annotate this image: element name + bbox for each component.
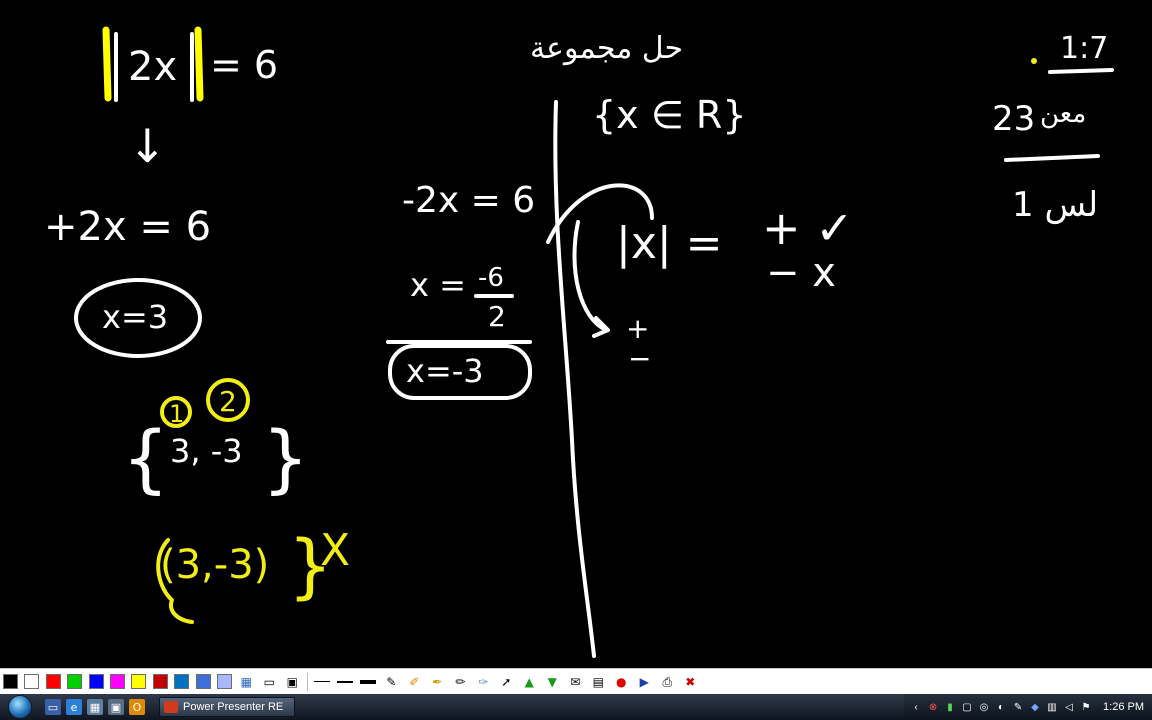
arrow-down-icon[interactable]: ▼ [544,674,560,690]
case-positive: +2x = 6 [44,204,211,250]
tray-app-icon[interactable]: ◎ [978,701,990,713]
tray-update-icon[interactable]: ◆ [1029,701,1041,713]
arrow-up-icon[interactable]: ▲ [521,674,537,690]
start-button[interactable] [0,694,40,720]
fraction-numerator: -6 [478,263,504,293]
handwriting-layer: 2x = 6 ↓ +2x = 6 x=3 1 2 { 3, -3 } (3,-3… [44,26,1114,658]
tray-network-icon[interactable]: ▢ [961,701,973,713]
mark-two: 2 [219,385,237,418]
windows-taskbar: ▭ e ▦ ▣ O Power Presenter RE ‹ ⊗ ▮ ▢ ◎ ◐… [0,694,1152,720]
pen-icon[interactable]: ✎ [383,674,399,690]
tray-flag-icon[interactable]: ⚑ [1080,701,1092,713]
whiteboard-canvas[interactable]: 2x = 6 ↓ +2x = 6 x=3 1 2 { 3, -3 } (3,-3… [0,0,1152,668]
tray-battery-icon[interactable]: ▮ [944,701,956,713]
color-swatch-dark-blue[interactable] [174,674,190,689]
pointer-icon[interactable]: ➚ [498,674,514,690]
exit-icon[interactable]: ✖ [682,674,698,690]
media-player-icon[interactable]: ▣ [108,699,124,715]
right-arabic-top: معن [1040,99,1086,129]
yellow-dot [1031,58,1037,64]
color-swatch-green[interactable] [67,674,83,689]
thick-line-icon[interactable] [360,679,377,684]
color-swatch-white[interactable] [24,674,40,689]
show-desktop-icon[interactable]: ▭ [45,699,61,715]
toolbar-separator [307,672,309,691]
thin-line-icon[interactable] [314,681,331,682]
curve-arrow-down [572,220,610,338]
taskbar-item-label: Power Presenter RE [183,701,284,713]
color-swatch-blue[interactable] [88,674,104,689]
plus-small: + [626,312,649,345]
save-icon[interactable]: ▤ [590,674,606,690]
page-number-underline [1048,68,1114,74]
presenter-app-icon [164,701,178,713]
fraction-lhs: x = [410,266,466,304]
eq-2x: 2x [128,44,177,90]
screen-icon[interactable]: ▭ [261,674,277,690]
plus-check: + ✓ [762,201,854,255]
solution-negative: x=-3 [406,352,484,390]
marker-icon[interactable]: ✒ [429,674,445,690]
set-brace-close: } [262,416,309,502]
record-icon[interactable]: ● [613,674,629,690]
pen-toolbar: ▦ ▭ ▣ ✎ ✐ ✒ ✏ ✑ ➚ ▲ ▼ ✉ ▤ ● ▶ ⎙ ✖ [0,668,1152,694]
cross-mark: X [320,525,350,576]
minus-x: − x [766,250,836,296]
color-swatch-black[interactable] [3,674,18,689]
solution-positive: x=3 [102,298,168,336]
right-number: 23 [992,99,1035,139]
tray-antivirus-icon[interactable]: ◐ [995,701,1007,713]
domain-set: {x ∈ R} [592,93,747,137]
clock[interactable]: 1:26 PM [1103,701,1144,713]
tray-tool-icon[interactable]: ✎ [1012,701,1024,713]
system-tray: ‹ ⊗ ▮ ▢ ◎ ◐ ✎ ◆ ▥ ◁ ⚑ 1:26 PM [904,694,1152,720]
case-negative: -2x = 6 [402,180,535,221]
taskbar-item-power-presenter[interactable]: Power Presenter RE [159,697,295,717]
abs-x-expression: |x| = [616,218,723,269]
envelope-icon[interactable]: ✉ [567,674,583,690]
set-brace-open: { [122,416,169,502]
tray-security-icon[interactable]: ⊗ [927,701,939,713]
eraser-icon[interactable]: ✐ [406,674,422,690]
color-swatch-magenta[interactable] [109,674,125,689]
color-picker-icon[interactable]: ▦ [238,674,254,690]
internet-explorer-icon[interactable]: e [66,699,82,715]
yellow-highlight-left [102,26,112,102]
yellow-highlight-right [194,26,204,102]
brush-icon[interactable]: ✏ [452,674,468,690]
set-values: 3, -3 [170,432,243,470]
print-icon[interactable]: ⎙ [659,674,675,690]
fraction-denominator: 2 [488,300,506,333]
highlighter-icon[interactable]: ✑ [475,674,491,690]
right-divider-line [1004,154,1100,162]
minus-small: − [628,342,651,375]
color-swatch-yellow[interactable] [131,674,147,689]
mark-one: 1 [169,400,184,428]
switch-windows-icon[interactable]: ▦ [87,699,103,715]
right-arabic-bottom: 1 لس [1012,185,1098,225]
whiteboard-icon[interactable]: ▣ [284,674,300,690]
eq-equals-6: = 6 [210,43,278,87]
app-quicklaunch-icon[interactable]: O [129,699,145,715]
color-swatch-dark-red[interactable] [152,674,168,689]
play-icon[interactable]: ▶ [636,674,652,690]
tuple-value: (3,-3) [160,542,269,588]
tray-expand-icon[interactable]: ‹ [910,701,922,713]
arrow-down-icon: ↓ [128,119,167,173]
tray-volume-icon[interactable]: ◁ [1063,701,1075,713]
vertical-divider [553,100,596,658]
page-number: 1:7 [1060,31,1108,66]
color-swatch-light-blue[interactable] [216,674,232,689]
windows-logo-icon [8,695,32,719]
arabic-heading: حل مجموعة [530,31,683,66]
medium-line-icon[interactable] [337,680,354,683]
color-swatch-medium-blue[interactable] [195,674,211,689]
tray-display-icon[interactable]: ▥ [1046,701,1058,713]
color-swatch-red[interactable] [45,674,61,689]
